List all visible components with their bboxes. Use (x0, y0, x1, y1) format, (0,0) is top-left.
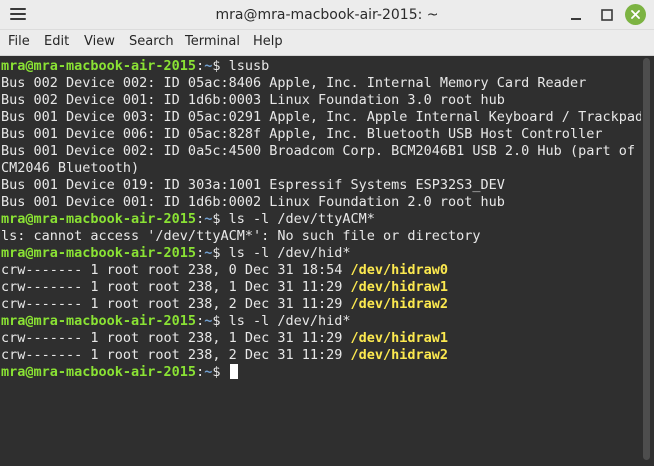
command-text: ls -l /dev/hid* (228, 245, 351, 261)
prompt-dollar: $ (212, 58, 229, 74)
file-listing-line: crw------- 1 root root 238, 0 Dec 31 18:… (1, 262, 448, 279)
maximize-button[interactable] (597, 5, 617, 25)
close-icon (631, 10, 640, 19)
active-prompt-line[interactable]: mra@mra-macbook-air-2015:~$ (1, 364, 238, 381)
menu-edit[interactable]: Edit (44, 34, 69, 49)
text-cursor (229, 364, 238, 379)
prompt-dollar: $ (212, 364, 229, 380)
error-line: ls: cannot access '/dev/ttyACM*': No suc… (1, 228, 481, 244)
device-name: /dev/hidraw0 (350, 262, 449, 278)
file-listing-line: crw------- 1 root root 238, 1 Dec 31 11:… (1, 279, 448, 296)
device-name: /dev/hidraw1 (350, 279, 449, 295)
prompt-line: mra@mra-macbook-air-2015:~$ lsusb (1, 58, 270, 74)
menu-search[interactable]: Search (129, 34, 174, 49)
prompt-dollar: $ (212, 211, 229, 227)
menu-file[interactable]: File (8, 34, 30, 49)
output-line: Bus 001 Device 019: ID 303a:1001 Espress… (1, 177, 505, 193)
prompt-line: mra@mra-macbook-air-2015:~$ ls -l /dev/h… (1, 245, 351, 261)
output-line: Bus 001 Device 006: ID 05ac:828f Apple, … (1, 126, 603, 142)
file-permissions: crw------- 1 root root 238, 2 Dec 31 11:… (1, 296, 351, 312)
prompt-user: mra@mra-macbook-air-2015 (1, 211, 197, 227)
output-line: Bus 001 Device 002: ID 0a5c:4500 Broadco… (1, 143, 641, 159)
command-text: ls -l /dev/ttyACM* (228, 211, 375, 227)
prompt-line: mra@mra-macbook-air-2015:~$ ls -l /dev/t… (1, 211, 375, 227)
close-button[interactable] (625, 4, 646, 25)
output-line: Bus 001 Device 003: ID 05ac:0291 Apple, … (1, 109, 641, 125)
menu-terminal[interactable]: Terminal (185, 34, 240, 49)
prompt-user: mra@mra-macbook-air-2015 (1, 364, 197, 380)
prompt-dollar: $ (212, 313, 229, 329)
terminal-window: mra@mra-macbook-air-2015: ~ File Edit Vi… (0, 0, 654, 466)
title-bar[interactable]: mra@mra-macbook-air-2015: ~ (0, 0, 654, 30)
prompt-user: mra@mra-macbook-air-2015 (1, 313, 197, 329)
menu-bar: File Edit View Search Terminal Help (0, 30, 654, 56)
file-listing-line: crw------- 1 root root 238, 1 Dec 31 11:… (1, 330, 448, 347)
terminal-output[interactable]: mra@mra-macbook-air-2015:~$ lsusb Bus 00… (0, 56, 641, 466)
minimize-button[interactable] (566, 5, 586, 25)
scrollbar-thumb[interactable] (643, 58, 650, 460)
prompt-user: mra@mra-macbook-air-2015 (1, 58, 197, 74)
prompt-dollar: $ (212, 245, 229, 261)
file-permissions: crw------- 1 root root 238, 1 Dec 31 11:… (1, 279, 351, 295)
command-text: lsusb (228, 58, 270, 74)
window-title: mra@mra-macbook-air-2015: ~ (215, 7, 439, 23)
menu-help[interactable]: Help (253, 34, 283, 49)
device-name: /dev/hidraw2 (350, 296, 449, 312)
menu-view[interactable]: View (84, 34, 115, 49)
minimize-icon (571, 18, 581, 20)
device-name: /dev/hidraw1 (350, 330, 449, 346)
file-permissions: crw------- 1 root root 238, 2 Dec 31 11:… (1, 347, 351, 363)
file-listing-line: crw------- 1 root root 238, 2 Dec 31 11:… (1, 347, 448, 364)
output-line: Bus 001 Device 001: ID 1d6b:0002 Linux F… (1, 194, 505, 210)
file-permissions: crw------- 1 root root 238, 0 Dec 31 18:… (1, 262, 351, 278)
device-name: /dev/hidraw2 (350, 347, 449, 363)
file-permissions: crw------- 1 root root 238, 1 Dec 31 11:… (1, 330, 351, 346)
prompt-line: mra@mra-macbook-air-2015:~$ ls -l /dev/h… (1, 313, 351, 329)
output-line: Bus 002 Device 002: ID 05ac:8406 Apple, … (1, 75, 587, 91)
output-line: CM2046 Bluetooth) (1, 160, 140, 176)
command-text: ls -l /dev/hid* (228, 313, 351, 329)
prompt-user: mra@mra-macbook-air-2015 (1, 245, 197, 261)
output-line: Bus 002 Device 001: ID 1d6b:0003 Linux F… (1, 92, 505, 108)
maximize-icon (601, 9, 613, 21)
file-listing-line: crw------- 1 root root 238, 2 Dec 31 11:… (1, 296, 448, 313)
